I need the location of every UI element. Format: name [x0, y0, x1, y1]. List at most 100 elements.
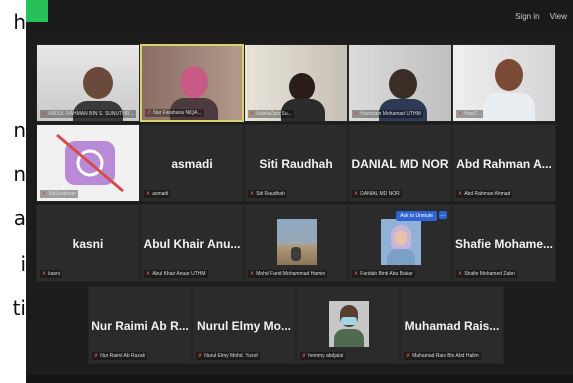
- participant-display-name: Abul Khair Anu...: [143, 236, 241, 251]
- participant-name: Shafie Mohamed Zabri: [464, 271, 515, 277]
- video-tile[interactable]: ✗ NabilaZain Su...: [244, 44, 348, 122]
- video-tile[interactable]: Ask to Unmute … ✗ Faridah Binti Abu Bakar: [348, 204, 452, 282]
- participant-display-name: asmadi: [171, 156, 213, 171]
- participant-label: ✗ Mohd Farid Mohammad Hamin: [248, 270, 328, 278]
- mic-muted-icon: ✗: [354, 111, 359, 117]
- participant-label: ✗ Shafie Mohamed Zabri: [456, 270, 517, 278]
- participant-display-name: Siti Raudhah: [259, 156, 333, 171]
- video-tile[interactable]: ✗ Hamizam Mohamad UTHM: [348, 44, 452, 122]
- participant-label: ✗ Nurul Elmy Mohd. Yusof: [196, 352, 260, 360]
- mic-muted-icon: ✗: [146, 191, 151, 197]
- security-indicator-icon[interactable]: [26, 0, 48, 22]
- participant-head: [389, 69, 417, 99]
- participant-head: [495, 59, 523, 91]
- participant-label: ✗ HaniT...: [456, 110, 484, 118]
- side-text-4: a: [13, 206, 26, 230]
- side-text-2: n: [13, 118, 26, 142]
- participant-head: [83, 67, 113, 99]
- participant-label: ✗ SitiSulaiman: [40, 190, 78, 198]
- participant-name: Hamizam Mohamad UTHM: [360, 111, 421, 117]
- video-tile[interactable]: Siti Raudhah ✗ Siti Raudhah: [244, 124, 348, 202]
- no-video-icon: [56, 133, 124, 193]
- participant-display-name: Shafie Mohame...: [454, 236, 554, 251]
- video-tile[interactable]: DANIAL MD NOR ✗ DANIAL MD NOR: [348, 124, 452, 202]
- participant-name: Nur Raimi Ab Razak: [100, 353, 146, 359]
- participant-name: Abd Rahman Ahmad: [464, 191, 511, 197]
- participant-label: ✗ Hamizam Mohamad UTHM: [352, 110, 423, 118]
- video-tile[interactable]: asmadi ✗ asmadi: [140, 124, 244, 202]
- mic-muted-icon: ✗: [42, 191, 47, 197]
- mic-muted-icon: ✗: [406, 353, 411, 359]
- participant-label: ✗ Abul Khair Anuar UTHM: [144, 270, 208, 278]
- mic-muted-icon: ✗: [94, 353, 99, 359]
- participant-head: [289, 73, 315, 101]
- participant-name: Nurul Elmy Mohd. Yusof: [204, 353, 258, 359]
- participant-name: NabilaZain Su...: [256, 111, 292, 117]
- mic-muted-icon: ✗: [354, 191, 359, 197]
- participant-name: Nur Farahana NiQA...: [153, 110, 202, 116]
- participant-display-name: Muhamad Rais...: [404, 318, 500, 333]
- participant-label: ✗ Faridah Binti Abu Bakar: [352, 270, 415, 278]
- participant-name: ABDUL RAHMAN BIN S. SUNUTHR...: [48, 111, 134, 117]
- top-right-controls: Sign in View: [507, 12, 567, 21]
- participant-label: ✗ Nur Farahana NiQA...: [145, 109, 204, 117]
- mic-muted-icon: ✗: [42, 111, 47, 117]
- side-text-1: h: [13, 10, 26, 34]
- top-bar: Sign in View: [26, 0, 573, 36]
- mic-muted-icon: ✗: [458, 191, 463, 197]
- video-tile[interactable]: Muhamad Rais... ✗ Muhamad Rais Bin Abd Ha…: [400, 286, 504, 364]
- video-tile[interactable]: Shafie Mohame... ✗ Shafie Mohamed Zabri: [452, 204, 556, 282]
- video-tile[interactable]: ✗ hemmy abdjalal: [296, 286, 400, 364]
- video-tile[interactable]: Nurul Elmy Mo... ✗ Nurul Elmy Mohd. Yusof: [192, 286, 296, 364]
- participant-name: Mohd Farid Mohammad Hamin: [256, 271, 326, 277]
- video-tile[interactable]: kasni ✗ kasni: [36, 204, 140, 282]
- participant-label: ✗ NabilaZain Su...: [248, 110, 294, 118]
- video-tile[interactable]: ✗ SitiSulaiman: [36, 124, 140, 202]
- profile-photo: [381, 219, 421, 265]
- more-options-button[interactable]: …: [439, 211, 447, 219]
- meeting-window: Sign in View ✗ ABDUL RAHMAN BIN S. SUNUTH…: [26, 0, 573, 383]
- side-text-5: i: [20, 252, 26, 276]
- mic-muted-icon: ✗: [458, 271, 463, 277]
- mic-muted-icon: ✗: [42, 271, 47, 277]
- participant-name: Abul Khair Anuar UTHM: [152, 271, 206, 277]
- mic-muted-icon: ✗: [250, 191, 255, 197]
- video-tile[interactable]: ✗ ABDUL RAHMAN BIN S. SUNUTHR...: [36, 44, 140, 122]
- participant-name: Faridah Binti Abu Bakar: [360, 271, 413, 277]
- video-tile[interactable]: Abd Rahman A... ✗ Abd Rahman Ahmad: [452, 124, 556, 202]
- participant-label: ✗ Abd Rahman Ahmad: [456, 190, 513, 198]
- participant-label: ✗ Muhamad Rais Bin Abd Halim: [404, 352, 481, 360]
- mic-muted-icon: ✗: [198, 353, 203, 359]
- side-text-6: ti: [12, 296, 26, 320]
- participant-label: ✗ asmadi: [144, 190, 171, 198]
- mic-muted-icon: ✗: [302, 353, 307, 359]
- mic-muted-icon: ✗: [458, 111, 463, 117]
- participant-name: DANIAL MD NOR: [360, 191, 400, 197]
- video-tile[interactable]: Abul Khair Anu... ✗ Abul Khair Anuar UTHM: [140, 204, 244, 282]
- video-tile-active-speaker[interactable]: ✗ Nur Farahana NiQA...: [140, 44, 244, 122]
- participant-name: Muhamad Rais Bin Abd Halim: [412, 353, 479, 359]
- video-tile[interactable]: ✗ Mohd Farid Mohammad Hamin: [244, 204, 348, 282]
- participant-name: kasni: [48, 271, 60, 277]
- video-tile[interactable]: ✗ HaniT...: [452, 44, 556, 122]
- meeting-toolbar: [26, 375, 573, 383]
- view-button[interactable]: View: [550, 12, 567, 21]
- participant-label: ✗ Nur Raimi Ab Razak: [92, 352, 148, 360]
- participant-name: asmadi: [152, 191, 169, 197]
- sign-in-button[interactable]: Sign in: [515, 12, 539, 21]
- participant-name: SitiSulaiman: [48, 191, 76, 197]
- participant-name: HaniT...: [464, 111, 482, 117]
- video-tile[interactable]: Nur Raimi Ab R... ✗ Nur Raimi Ab Razak: [88, 286, 192, 364]
- participant-body: [483, 93, 535, 121]
- ask-to-unmute-button[interactable]: Ask to Unmute: [396, 211, 437, 221]
- participant-display-name: Nur Raimi Ab R...: [91, 318, 189, 333]
- participant-display-name: DANIAL MD NOR: [351, 156, 449, 171]
- profile-photo: [277, 219, 317, 265]
- participant-head: [180, 66, 208, 98]
- participant-label: ✗ ABDUL RAHMAN BIN S. SUNUTHR...: [40, 110, 136, 118]
- mic-muted-icon: ✗: [147, 110, 152, 116]
- mic-muted-icon: ✗: [250, 111, 255, 117]
- participant-label: ✗ DANIAL MD NOR: [352, 190, 402, 198]
- participant-display-name: kasni: [72, 236, 104, 251]
- participant-label: ✗ kasni: [40, 270, 62, 278]
